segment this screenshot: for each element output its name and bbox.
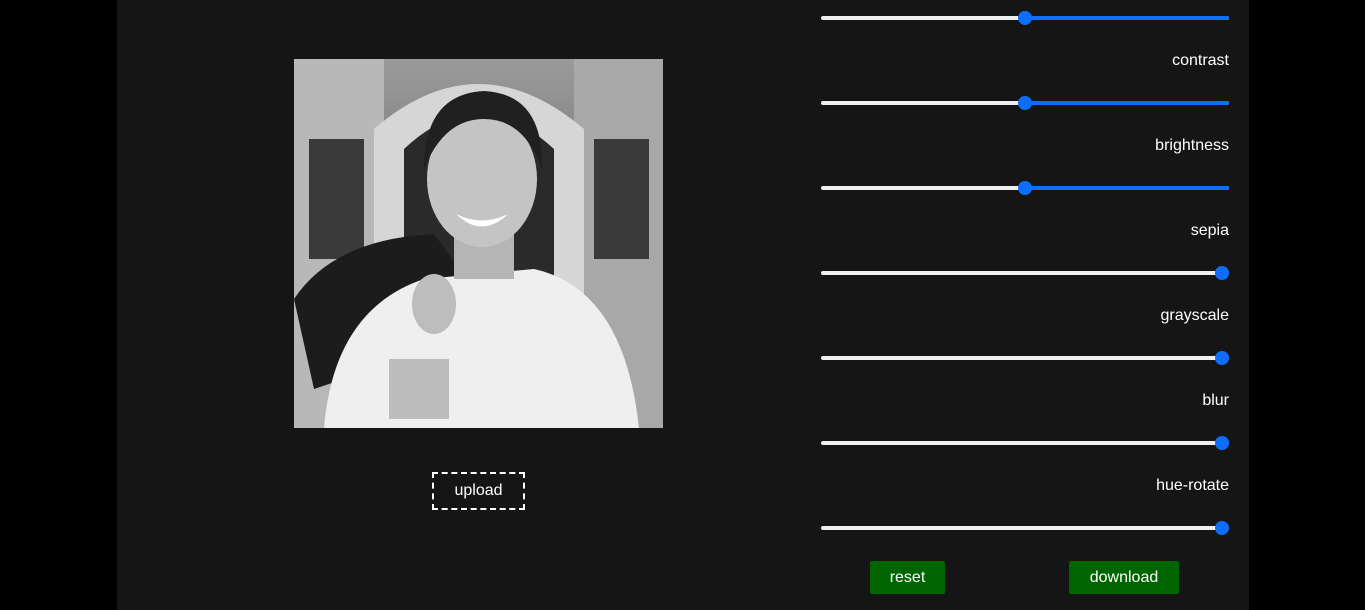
slider-thumb[interactable] [1018, 181, 1032, 195]
slider-thumb[interactable] [1215, 266, 1229, 280]
slider-thumb[interactable] [1215, 351, 1229, 365]
saturate-slider[interactable] [821, 11, 1229, 25]
hue-rotate-slider[interactable] [821, 521, 1229, 535]
slider-fill [1025, 101, 1229, 105]
contrast-slider[interactable] [821, 96, 1229, 110]
brightness-slider[interactable] [821, 181, 1229, 195]
hue-rotate-label: hue-rotate [1156, 477, 1229, 494]
upload-button[interactable]: upload [432, 472, 525, 510]
slider-track [821, 271, 1229, 275]
blur-label: blur [1202, 392, 1229, 409]
brightness-label: brightness [1155, 137, 1229, 154]
slider-thumb[interactable] [1215, 521, 1229, 535]
contrast-label: contrast [1172, 52, 1229, 69]
blur-slider[interactable] [821, 436, 1229, 450]
editor-panel [117, 0, 1249, 610]
slider-track [821, 526, 1229, 530]
photo-preview [294, 59, 663, 428]
slider-thumb[interactable] [1215, 436, 1229, 450]
slider-track [821, 356, 1229, 360]
sepia-slider[interactable] [821, 266, 1229, 280]
slider-thumb[interactable] [1018, 11, 1032, 25]
portrait-image [294, 59, 663, 428]
slider-fill [1025, 16, 1229, 20]
slider-fill [1025, 186, 1229, 190]
download-button[interactable]: download [1069, 561, 1179, 594]
reset-button[interactable]: reset [870, 561, 945, 594]
slider-track [821, 441, 1229, 445]
slider-thumb[interactable] [1018, 96, 1032, 110]
grayscale-slider[interactable] [821, 351, 1229, 365]
sepia-label: sepia [1190, 222, 1229, 239]
grayscale-label: grayscale [1160, 307, 1229, 324]
